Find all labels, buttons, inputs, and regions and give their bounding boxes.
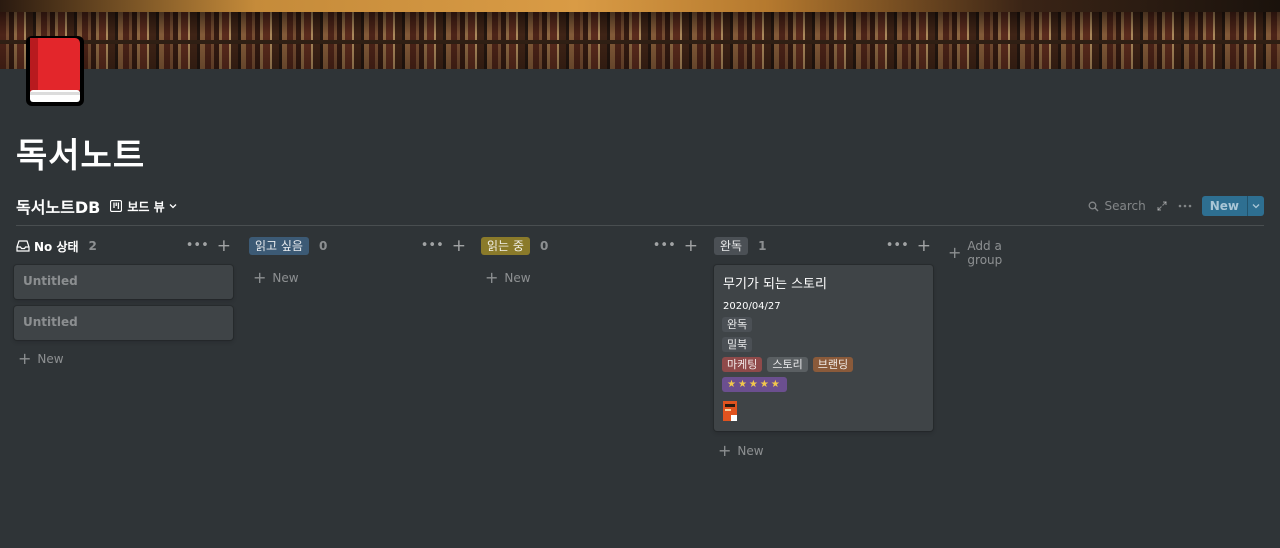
card-tags-property: 마케팅 스토리 브랜딩: [722, 357, 854, 372]
database-header: 독서노트DB 보드 뷰: [16, 194, 177, 218]
card-rating-property: ★★★★★: [722, 377, 787, 392]
add-icon[interactable]: +: [452, 238, 466, 255]
chevron-down-icon: [1252, 204, 1260, 209]
red-book-icon[interactable]: [24, 34, 88, 110]
more-options-icon[interactable]: •••: [653, 238, 676, 254]
database-title[interactable]: 독서노트DB: [16, 194, 100, 218]
new-dropdown-button[interactable]: [1247, 196, 1264, 216]
more-options-icon[interactable]: [1178, 200, 1192, 212]
new-label: New: [737, 444, 764, 458]
board-card[interactable]: 무기가 되는 스토리 2020/04/27 완독 밀북 마케팅 스토리 브랜딩 …: [714, 265, 933, 431]
add-group-button[interactable]: + Add a group: [948, 239, 1002, 267]
column-count: 0: [539, 239, 549, 253]
plus-icon: +: [253, 268, 267, 287]
new-entry-button[interactable]: New: [1201, 196, 1264, 216]
status-tag: 읽고 싶음: [249, 237, 309, 255]
board-column-finished: 완독 1 ••• + 무기가 되는 스토리 2020/04/27 완독 밀북 마…: [714, 234, 933, 459]
add-card-button[interactable]: + New: [18, 349, 64, 368]
card-format-property: 밀북: [722, 337, 753, 352]
header-divider: [16, 225, 1264, 226]
new-button-label: New: [1209, 199, 1239, 213]
add-card-button[interactable]: + New: [253, 268, 299, 287]
plus-icon: +: [485, 268, 499, 287]
status-tag: 읽는 중: [481, 237, 530, 255]
column-label: No 상태: [34, 239, 79, 254]
expand-icon[interactable]: [1156, 200, 1168, 212]
add-card-button[interactable]: + New: [485, 268, 531, 287]
chevron-down-icon: [169, 204, 177, 209]
tag-story: 스토리: [767, 357, 808, 372]
board-column-no-status: No 상태 2 ••• + Untitled Untitled + New: [14, 234, 233, 367]
new-label: New: [272, 271, 299, 285]
column-header[interactable]: No 상태 2 ••• +: [14, 234, 233, 258]
view-label: 보드 뷰: [127, 199, 165, 214]
database-actions: Search New: [1088, 196, 1264, 216]
board-card[interactable]: Untitled: [14, 306, 233, 340]
column-count: 1: [758, 239, 767, 253]
inbox-icon: [16, 240, 30, 252]
card-date: 2020/04/27: [723, 301, 781, 312]
add-icon[interactable]: +: [917, 238, 931, 255]
search-button[interactable]: Search: [1088, 199, 1146, 213]
board-column-reading: 읽는 중 0 ••• + + New: [481, 234, 700, 286]
book-cover-thumbnail: [723, 401, 737, 421]
view-switcher[interactable]: 보드 뷰: [110, 198, 177, 215]
board-column-want-to-read: 읽고 싶음 0 ••• + + New: [249, 234, 468, 286]
column-count: 0: [318, 239, 328, 253]
search-icon: [1089, 201, 1099, 211]
card-title: Untitled: [23, 274, 78, 288]
add-group-label: Add a group: [967, 239, 1003, 267]
card-title: 무기가 되는 스토리: [723, 277, 827, 292]
add-icon[interactable]: +: [217, 238, 231, 255]
more-options-icon[interactable]: •••: [186, 238, 209, 254]
column-count: 2: [88, 239, 97, 253]
page-cover-image: [0, 0, 1280, 69]
plus-icon: +: [948, 243, 962, 262]
new-label: New: [504, 271, 531, 285]
add-icon[interactable]: +: [684, 238, 698, 255]
tag-marketing: 마케팅: [722, 357, 763, 372]
card-title: Untitled: [23, 315, 78, 329]
more-options-icon[interactable]: •••: [421, 238, 444, 254]
card-status-property: 완독: [722, 317, 753, 332]
plus-icon: +: [18, 349, 32, 368]
tag-branding: 브랜딩: [812, 357, 854, 372]
more-options-icon[interactable]: •••: [886, 238, 909, 254]
add-card-button[interactable]: + New: [718, 441, 764, 460]
new-label: New: [37, 352, 64, 366]
column-header[interactable]: 읽는 중 0 ••• +: [481, 234, 700, 258]
search-label: Search: [1104, 199, 1146, 213]
column-header[interactable]: 완독 1 ••• +: [714, 234, 933, 258]
board-card[interactable]: Untitled: [14, 265, 233, 299]
status-tag: 완독: [714, 237, 749, 255]
status-tag: 완독: [722, 317, 753, 332]
board-view-icon: [110, 200, 123, 212]
page-title[interactable]: 독서노트: [16, 128, 145, 177]
plus-icon: +: [718, 441, 732, 460]
column-header[interactable]: 읽고 싶음 0 ••• +: [249, 234, 468, 258]
format-tag: 밀북: [722, 337, 753, 352]
rating-tag: ★★★★★: [722, 377, 787, 392]
